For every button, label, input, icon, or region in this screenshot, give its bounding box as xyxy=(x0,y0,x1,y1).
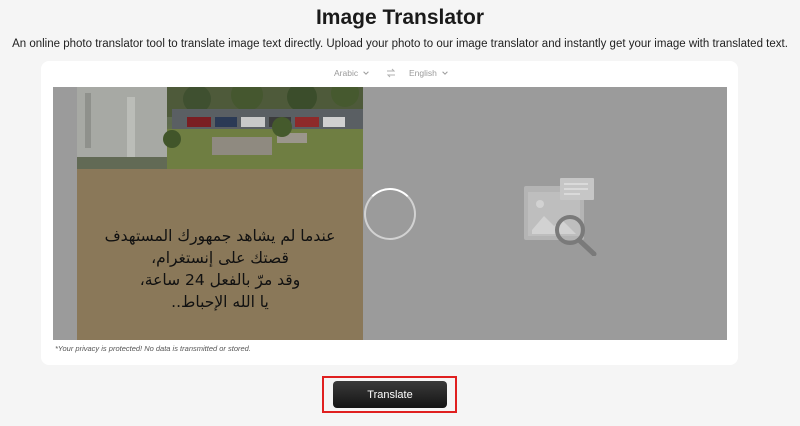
source-language-select[interactable]: Arabic xyxy=(334,68,370,78)
target-language-label: English xyxy=(409,68,437,78)
page-title: Image Translator xyxy=(315,6,485,29)
image-search-placeholder-icon xyxy=(524,178,597,256)
loading-spinner xyxy=(364,188,416,240)
source-language-label: Arabic xyxy=(334,68,359,78)
arabic-text-block: عندما لم يشاهد جمهورك المستهدف قصتك على … xyxy=(77,225,363,313)
target-language-select[interactable]: English xyxy=(409,68,449,78)
arabic-line: عندما لم يشاهد جمهورك المستهدف xyxy=(104,227,336,245)
arabic-line: يا الله الإحباط.. xyxy=(171,293,269,311)
arabic-line: وقد مرّ بالفعل 24 ساعة، xyxy=(139,271,301,289)
uploaded-image: عندما لم يشاهد جمهورك المستهدف قصتك على … xyxy=(77,87,363,340)
page-subtitle: An online photo translator tool to trans… xyxy=(12,38,788,50)
arabic-line: قصتك على إنستغرام، xyxy=(151,249,289,267)
translate-button[interactable]: Translate xyxy=(333,381,447,408)
chevron-down-icon xyxy=(442,71,448,75)
photo-scene xyxy=(77,87,363,169)
privacy-note: *Your privacy is protected! No data is t… xyxy=(55,344,251,353)
language-bar: Arabic English xyxy=(0,68,800,82)
swap-icon[interactable] xyxy=(386,67,396,79)
chevron-down-icon xyxy=(363,71,369,75)
